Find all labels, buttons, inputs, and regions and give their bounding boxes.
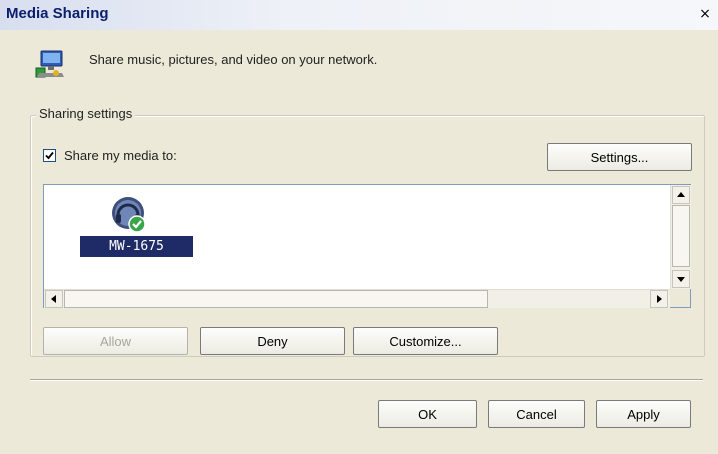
cancel-button[interactable]: Cancel	[488, 400, 585, 428]
scroll-right-button[interactable]	[650, 290, 668, 308]
apply-button[interactable]: Apply	[596, 400, 691, 428]
header-description: Share music, pictures, and video on your…	[89, 52, 378, 67]
horizontal-scrollbar[interactable]	[44, 289, 670, 308]
horizontal-scroll-thumb[interactable]	[64, 290, 488, 308]
device-list[interactable]: MW-1675	[43, 184, 691, 308]
close-button[interactable]: ×	[697, 6, 713, 22]
deny-button[interactable]: Deny	[200, 327, 345, 355]
vertical-scroll-thumb[interactable]	[672, 205, 690, 267]
share-media-checkbox[interactable]	[43, 149, 56, 162]
share-media-label[interactable]: Share my media to:	[64, 148, 177, 163]
device-item-label[interactable]: MW-1675	[80, 236, 193, 257]
arrow-up-icon	[677, 192, 685, 197]
checkmark-icon	[45, 151, 54, 160]
media-sharing-dialog: Media Sharing × Share music, pictures, a…	[0, 0, 718, 454]
customize-button[interactable]: Customize...	[353, 327, 498, 355]
ok-button[interactable]: OK	[378, 400, 477, 428]
sharing-settings-legend: Sharing settings	[36, 106, 136, 121]
arrow-left-icon	[51, 295, 56, 303]
media-sharing-icon	[34, 48, 66, 80]
scroll-up-button[interactable]	[672, 186, 690, 204]
settings-button[interactable]: Settings...	[547, 143, 692, 171]
allow-button[interactable]: Allow	[43, 327, 188, 355]
scroll-down-button[interactable]	[672, 270, 690, 288]
footer-separator	[30, 379, 703, 381]
scroll-left-button[interactable]	[45, 290, 63, 308]
arrow-down-icon	[677, 277, 685, 282]
title-bar: Media Sharing ×	[0, 0, 718, 30]
window-title: Media Sharing	[6, 5, 109, 22]
arrow-right-icon	[657, 295, 662, 303]
scrollbar-corner	[670, 289, 690, 307]
media-device-allowed-icon[interactable]	[108, 194, 152, 238]
vertical-scrollbar[interactable]	[670, 185, 691, 289]
